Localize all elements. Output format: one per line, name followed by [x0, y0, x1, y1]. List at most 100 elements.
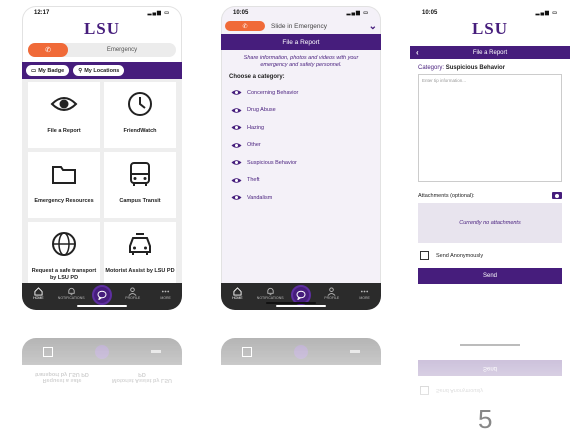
category-item[interactable]: Other	[221, 137, 381, 155]
nav-label: NOTIFICATIONS	[256, 296, 284, 300]
chat-icon	[296, 290, 306, 300]
status-bar: 10:05 ▂▄▆ ▭	[410, 6, 570, 20]
bottom-nav: HOME NOTIFICATIONS PROFILE MORE	[22, 283, 182, 310]
status-time: 10:05	[422, 10, 438, 16]
category-item[interactable]: Suspicious Behavior	[221, 154, 381, 172]
nav-profile[interactable]: PROFILE	[121, 287, 145, 300]
home-screen: 12:17 ▂▄▆ ▭ LSU ✆ Emergency ▭ My Badge ⚲…	[22, 6, 182, 310]
more-icon	[161, 290, 170, 293]
nav-notifications[interactable]: NOTIFICATIONS	[57, 287, 85, 300]
campus-transit-tile[interactable]: Campus Transit	[104, 152, 176, 218]
reflected-text: Send	[482, 365, 497, 371]
emergency-resources-tile[interactable]: Emergency Resources	[28, 152, 100, 218]
reflected-text: Send Anonymously	[436, 387, 484, 394]
intro-text: Share information, photos and videos wit…	[243, 55, 359, 68]
nav-profile[interactable]: PROFILE	[320, 287, 344, 300]
reflected-nav	[22, 338, 182, 365]
emergency-slider[interactable]: ✆ Slide in Emergency ⌄	[221, 20, 381, 32]
status-bar: 12:17 ▂▄▆ ▭	[22, 6, 182, 20]
location-pin-icon: ⚲	[78, 67, 83, 74]
nav-label: MORE	[359, 296, 370, 300]
status-time: 10:05	[233, 10, 249, 16]
tip-textarea[interactable]: Enter tip information...	[418, 74, 562, 182]
home-icon	[43, 346, 53, 357]
report-form-screen: 10:05 ▂▄▆ ▭ LSU ‹ File a Report Category…	[410, 6, 570, 310]
form-header: ‹ File a Report	[410, 46, 570, 59]
home-indicator	[77, 305, 127, 307]
reflected-text: Motorist Assist by LSU PD	[112, 371, 172, 383]
reflected-nav	[221, 338, 381, 365]
category-item[interactable]: Vandalism	[221, 189, 381, 207]
safe-transport-tile[interactable]: Request a safe transport by LSU PD	[28, 222, 100, 288]
tile-label: Request a safe transport by LSU PD	[31, 268, 97, 281]
category-screen: 10:05 ▂▄▆ ▭ ✆ Slide in Emergency ⌄ File …	[221, 6, 381, 310]
nav-more[interactable]: MORE	[154, 287, 178, 300]
home-indicator	[276, 305, 326, 307]
motorist-assist-tile[interactable]: Motorist Assist by LSU PD	[104, 222, 176, 288]
nav-label: PROFILE	[324, 296, 340, 300]
feature-grid: File a Report FriendWatch Emergency Reso…	[22, 79, 182, 291]
chat-icon	[97, 290, 107, 300]
chat-icon	[294, 344, 308, 359]
nav-home[interactable]: HOME	[26, 287, 50, 300]
nav-home[interactable]: HOME	[225, 287, 249, 300]
eye-icon	[50, 97, 78, 111]
bell-icon	[267, 287, 274, 296]
nav-notifications[interactable]: NOTIFICATIONS	[256, 287, 284, 300]
eye-icon	[231, 160, 242, 165]
home-icon	[34, 287, 43, 296]
anonymous-label: Send Anonymously	[436, 252, 484, 259]
page-title: File a Report	[472, 49, 508, 56]
my-locations-button[interactable]: ⚲ My Locations	[73, 65, 125, 76]
file-report-tile[interactable]: File a Report	[28, 82, 100, 148]
send-anonymously-row[interactable]: Send Anonymously	[410, 243, 570, 268]
category-item[interactable]: Theft	[221, 172, 381, 190]
phone-icon[interactable]: ✆	[28, 43, 68, 57]
my-badge-label: My Badge	[38, 67, 65, 74]
eye-icon	[231, 125, 242, 130]
profile-icon	[327, 287, 336, 296]
bell-icon	[68, 287, 75, 296]
clock-icon	[128, 92, 152, 116]
anonymous-checkbox[interactable]	[420, 251, 429, 260]
category-label: Drug Abuse	[247, 107, 276, 114]
emergency-slider[interactable]: ✆ Emergency	[28, 43, 176, 57]
choose-category-label: Choose a category:	[229, 74, 285, 80]
friendwatch-tile[interactable]: FriendWatch	[104, 82, 176, 148]
category-value: Suspicious Behavior	[445, 65, 506, 71]
car-icon	[129, 233, 151, 255]
badge-icon: ▭	[31, 67, 37, 74]
send-button[interactable]: Send	[418, 268, 562, 284]
category-prefix: Category:	[418, 65, 445, 71]
page-title: File a Report	[221, 34, 381, 50]
folder-icon	[52, 166, 76, 184]
chat-button[interactable]	[91, 285, 112, 305]
nav-label: NOTIFICATIONS	[57, 296, 85, 300]
camera-icon[interactable]	[552, 192, 562, 199]
slide-label: Slide in Emergency	[271, 22, 327, 30]
tile-label: File a Report	[47, 128, 81, 134]
nav-more[interactable]: MORE	[353, 287, 377, 300]
bottom-nav: HOME NOTIFICATIONS PROFILE MORE	[221, 283, 381, 310]
back-arrow-icon[interactable]: ‹	[416, 48, 419, 57]
eye-icon	[231, 108, 242, 113]
reflected-send-button: Send	[418, 360, 562, 376]
profile-icon	[128, 287, 137, 296]
tile-label: Campus Transit	[119, 198, 161, 204]
category-item[interactable]: Hazing	[221, 119, 381, 137]
chevron-down-icon[interactable]: ⌄	[369, 21, 377, 32]
eye-icon	[231, 143, 242, 148]
phone2-reflection	[221, 338, 381, 434]
home-indicator	[266, 302, 316, 304]
no-attachments-text: Currently no attachments	[459, 220, 521, 226]
my-badge-button[interactable]: ▭ My Badge	[26, 65, 70, 76]
reflected-text: Request a safe transport by LSU PD	[35, 371, 89, 383]
category-item[interactable]: Concerning Behavior	[221, 84, 381, 102]
category-label: Vandalism	[247, 194, 273, 201]
phone-icon[interactable]: ✆	[225, 21, 265, 31]
category-label: Suspicious Behavior	[247, 159, 297, 166]
chat-icon	[95, 344, 109, 359]
bus-icon	[130, 162, 150, 186]
page-number: 5	[478, 404, 493, 434]
category-item[interactable]: Drug Abuse	[221, 102, 381, 120]
